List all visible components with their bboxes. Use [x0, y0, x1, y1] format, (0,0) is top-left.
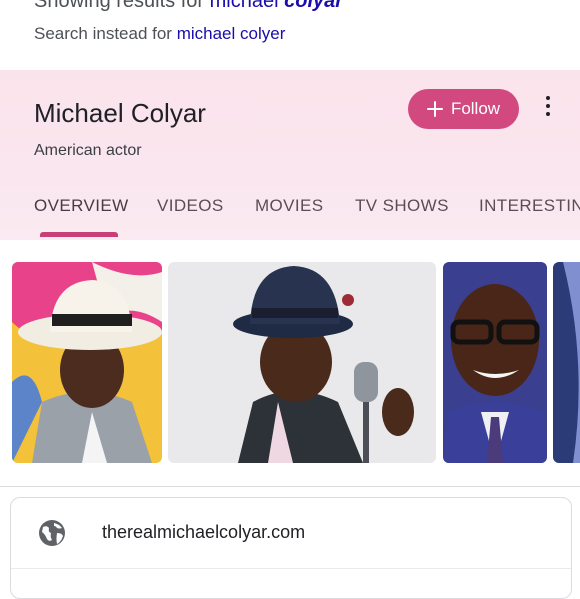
image-thumbnail-3[interactable] [443, 262, 547, 463]
website-card[interactable]: therealmichaelcolyar.com [10, 497, 572, 599]
person-photo-image [12, 262, 162, 463]
tab-movies[interactable]: MOVIES [255, 196, 324, 216]
showing-results-text: Showing results for michael colyar [34, 0, 343, 13]
entity-title: Michael Colyar [34, 98, 206, 128]
person-photo-image [553, 262, 580, 463]
website-card-divider [11, 568, 571, 569]
image-thumbnail-1[interactable] [12, 262, 162, 463]
section-divider [0, 486, 580, 487]
entity-tabs: OVERVIEW VIDEOS MOVIES TV SHOWS INTEREST… [0, 196, 580, 240]
entity-subtitle: American actor [34, 142, 142, 159]
search-correction: Showing results for michael colyar Searc… [0, 0, 580, 68]
knowledge-panel-header: Michael Colyar American actor Follow OVE… [0, 70, 580, 241]
person-photo-image [168, 262, 436, 463]
globe-icon [39, 520, 65, 546]
more-options-icon[interactable] [540, 94, 556, 118]
follow-label: Follow [450, 99, 501, 118]
person-photo-image [443, 262, 547, 463]
active-tab-indicator [40, 232, 118, 237]
plus-icon [426, 101, 443, 117]
tab-overview[interactable]: OVERVIEW [34, 196, 129, 216]
search-instead-text: Search instead for michael colyer [34, 24, 286, 43]
corrected-query-link[interactable]: michael colyar [210, 0, 343, 12]
showing-prefix: Showing results for [34, 0, 210, 12]
image-thumbnail-2[interactable] [168, 262, 436, 463]
tab-tv-shows[interactable]: TV SHOWS [355, 196, 449, 216]
image-thumbnail-4[interactable] [553, 262, 580, 463]
website-link[interactable]: therealmichaelcolyar.com [102, 522, 305, 543]
tab-interesting[interactable]: INTERESTIN [479, 196, 580, 216]
original-query-link[interactable]: michael colyer [177, 24, 286, 43]
tab-videos[interactable]: VIDEOS [157, 196, 224, 216]
image-carousel [0, 240, 580, 486]
follow-button[interactable]: Follow [408, 89, 519, 129]
